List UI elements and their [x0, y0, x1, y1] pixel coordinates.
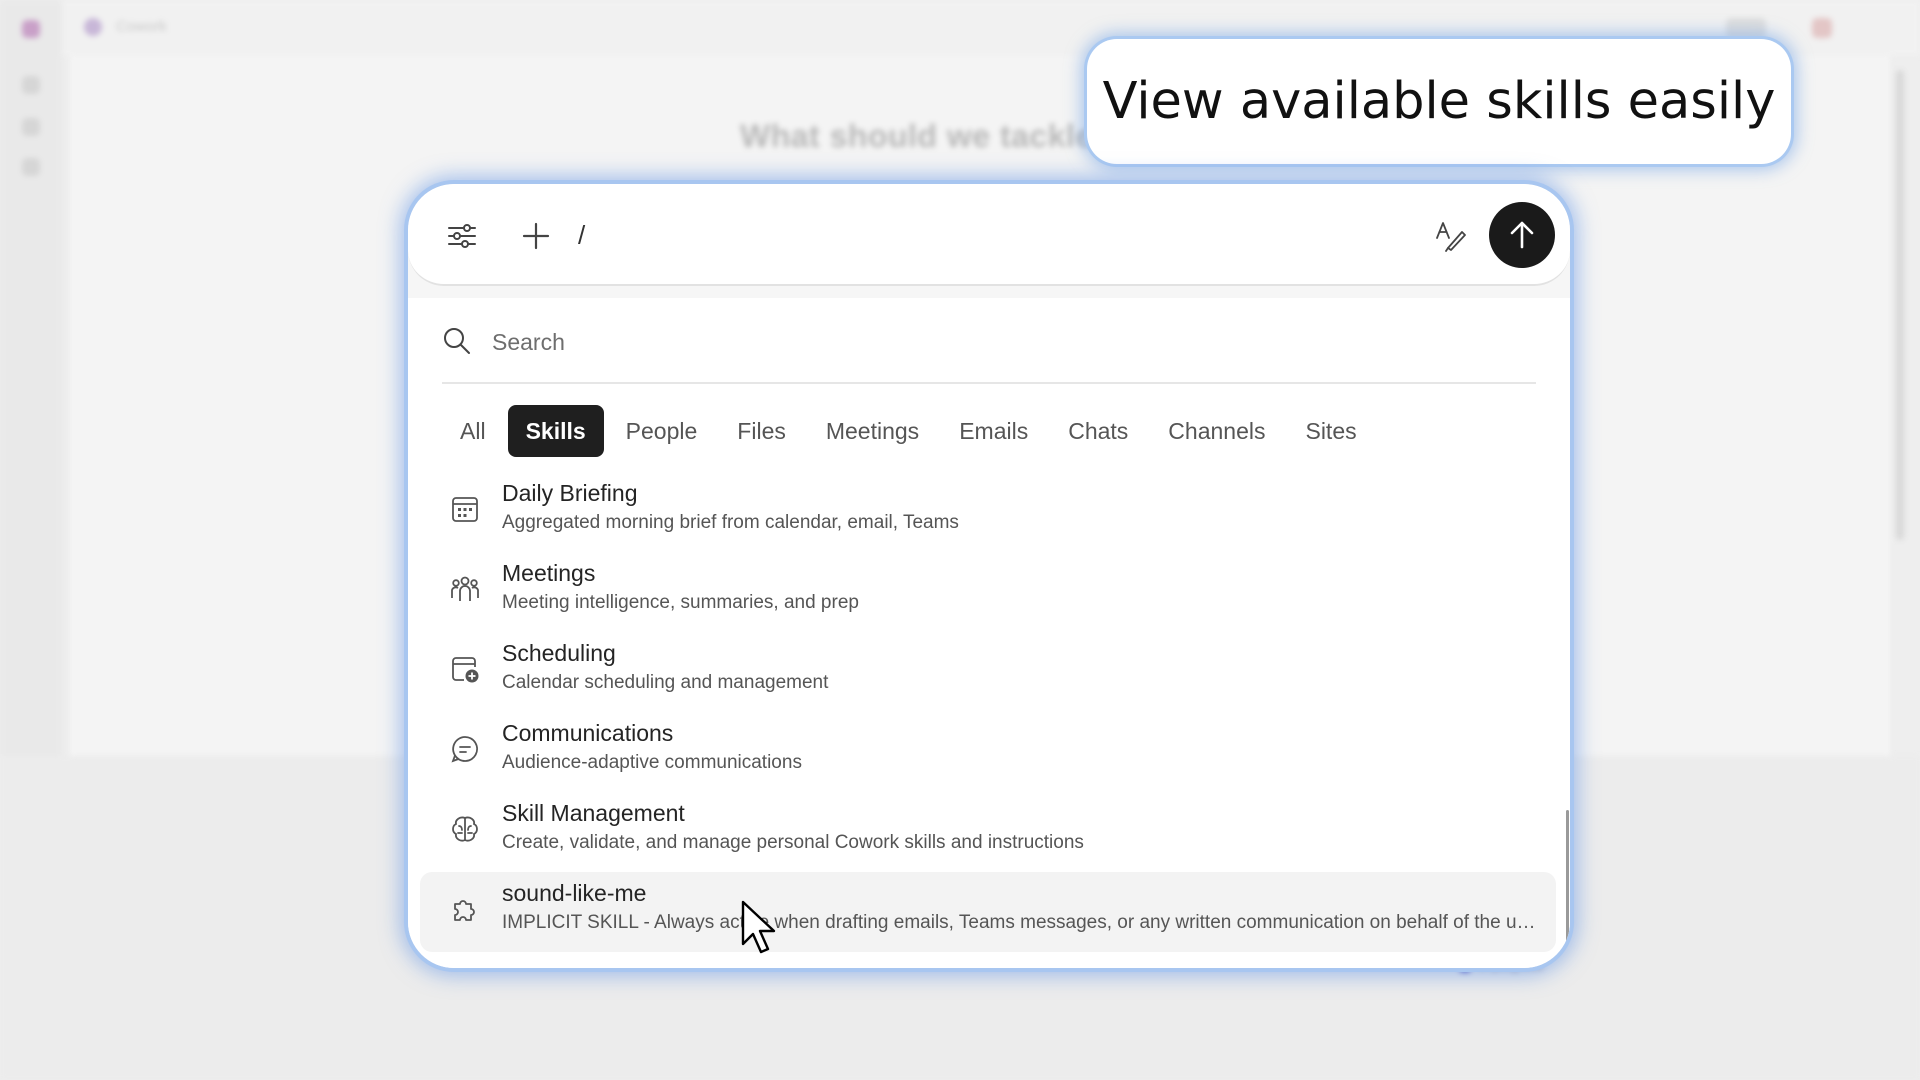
skill-title: Scheduling: [502, 640, 616, 666]
skill-description: Aggregated morning brief from calendar, …: [502, 512, 959, 533]
skill-title: Skill Management: [502, 800, 685, 826]
skill-item-meetings[interactable]: Meetings Meeting intelligence, summaries…: [420, 552, 1556, 632]
tab-files[interactable]: Files: [719, 405, 804, 457]
topbar-account-button: [1726, 18, 1766, 38]
tab-skills[interactable]: Skills: [507, 405, 604, 457]
rail-settings-icon: [22, 158, 40, 176]
rewrite-button[interactable]: [1430, 216, 1470, 256]
composer-input[interactable]: /: [578, 220, 585, 251]
app-scrollbar: [1896, 70, 1904, 540]
category-tabs: All Skills People Files Meetings Emails …: [442, 404, 1375, 458]
tab-emails[interactable]: Emails: [941, 405, 1046, 457]
plus-icon: [522, 222, 550, 250]
puzzle-icon: [450, 894, 480, 924]
app-icon: [84, 18, 102, 36]
skill-item-daily-briefing[interactable]: Daily Briefing Aggregated morning brief …: [420, 472, 1556, 552]
skill-item-sound-like-me[interactable]: sound-like-me IMPLICIT SKILL - Always ac…: [420, 872, 1556, 952]
skill-description: IMPLICIT SKILL - Always active when draf…: [502, 912, 1542, 933]
notification-icon: [1812, 18, 1832, 38]
search-icon: [442, 326, 474, 358]
skill-item-communications[interactable]: Communications Audience-adaptive communi…: [420, 712, 1556, 792]
skill-title: Daily Briefing: [502, 480, 638, 506]
skill-description: Meeting intelligence, summaries, and pre…: [502, 592, 859, 613]
skills-list: Daily Briefing Aggregated morning brief …: [420, 472, 1556, 952]
sliders-icon: [448, 224, 476, 248]
calendar-add-icon: [450, 654, 480, 684]
arrow-up-icon: [1510, 221, 1534, 249]
skills-popup: / Search All Skills People Files Meeting…: [408, 184, 1570, 968]
skill-item-skill-management[interactable]: Skill Management Create, validate, and m…: [420, 792, 1556, 872]
skill-title: Communications: [502, 720, 674, 746]
text-edit-icon: [1436, 222, 1466, 252]
search-input[interactable]: [492, 322, 1392, 362]
skill-description: Create, validate, and manage personal Co…: [502, 832, 1084, 853]
add-button[interactable]: [516, 216, 556, 256]
tab-meetings[interactable]: Meetings: [808, 405, 937, 457]
skill-item-scheduling[interactable]: Scheduling Calendar scheduling and manag…: [420, 632, 1556, 712]
tab-all[interactable]: All: [442, 405, 504, 457]
app-logo-icon: [22, 20, 40, 38]
tab-people[interactable]: People: [608, 405, 716, 457]
search-row: [442, 298, 1536, 384]
settings-sliders-button[interactable]: [442, 216, 482, 256]
skill-description: Audience-adaptive communications: [502, 752, 802, 773]
tab-sites[interactable]: Sites: [1287, 405, 1374, 457]
tab-channels[interactable]: Channels: [1150, 405, 1283, 457]
list-scrollbar[interactable]: [1566, 810, 1569, 968]
callout-text: View available skills easily: [1102, 72, 1776, 131]
composer-bar: /: [408, 184, 1570, 286]
rail-search-icon: [22, 118, 40, 136]
chat-bubble-icon: [450, 734, 480, 764]
calendar-grid-icon: [450, 494, 480, 524]
rail-home-icon: [22, 76, 40, 94]
send-button[interactable]: [1489, 202, 1555, 268]
skills-panel: All Skills People Files Meetings Emails …: [408, 298, 1570, 968]
tab-chats[interactable]: Chats: [1050, 405, 1146, 457]
app-name: Cowork: [116, 18, 167, 35]
brain-icon: [450, 814, 480, 844]
mouse-pointer-icon: [740, 900, 780, 960]
skill-description: Calendar scheduling and management: [502, 672, 829, 693]
people-group-icon: [450, 574, 480, 604]
skill-title: Meetings: [502, 560, 596, 586]
callout-bubble: View available skills easily: [1087, 39, 1791, 164]
skill-title: sound-like-me: [502, 880, 647, 906]
